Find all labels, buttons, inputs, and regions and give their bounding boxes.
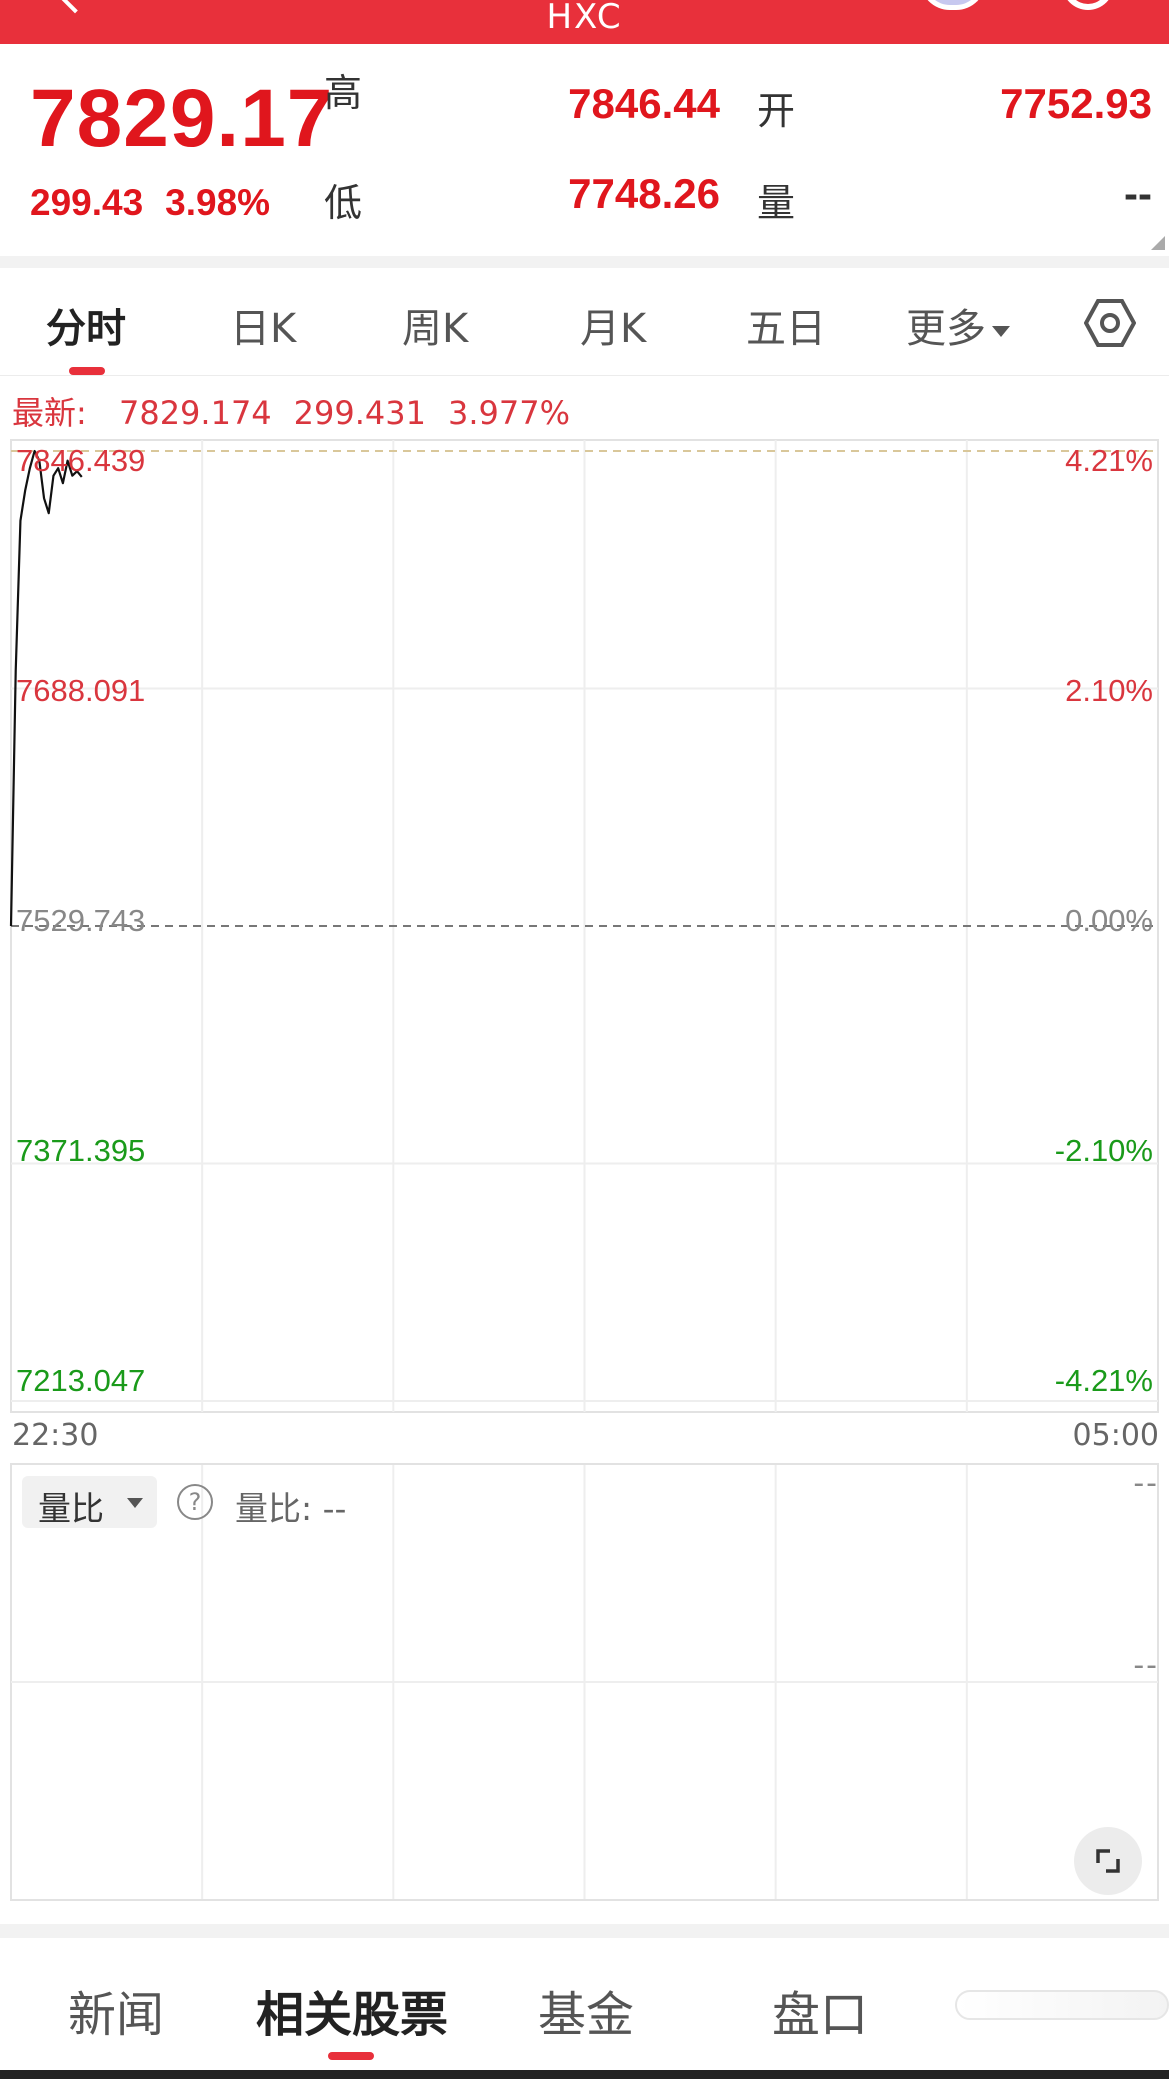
low-value: 7748.26: [568, 170, 720, 217]
nav-edge: [0, 2070, 1169, 2079]
volume-value: --: [1124, 170, 1152, 217]
current-price: 7829.17: [30, 73, 334, 164]
chart-grid: [10, 439, 1159, 1901]
tab-more[interactable]: 更多: [906, 296, 1010, 354]
y-tick-price-3: 7371.395: [16, 1133, 146, 1168]
tab-indicator: [69, 367, 105, 375]
y-tick-pct-4: -4.21%: [1054, 1363, 1153, 1398]
y-tick-price-1: 7688.091: [16, 673, 146, 708]
top-bar: HXC: [0, 0, 1169, 44]
bottom-tab-news[interactable]: 新闻: [68, 1975, 164, 2045]
volume-ratio-value: 量比: --: [235, 1489, 347, 1528]
latest-label: 最新: 7829.174: [12, 394, 272, 432]
bottom-tab-order-book[interactable]: 盘口: [772, 1975, 868, 2045]
page-title: HXC: [546, 0, 623, 37]
caret-down-icon: [127, 1498, 143, 1508]
fullscreen-icon[interactable]: [1074, 1827, 1142, 1895]
x-tick-start: 22:30: [12, 1418, 99, 1453]
y-tick-pct-2: 0.00%: [1065, 903, 1153, 938]
low-label: 低: [324, 181, 363, 225]
tab-intraday[interactable]: 分时: [46, 296, 126, 354]
chart-tabs: 分时 日K 周K 月K 五日 更多: [0, 268, 1169, 376]
price-change: 299.43 3.98%: [30, 182, 270, 224]
y-tick-pct-3: -2.10%: [1054, 1133, 1153, 1168]
tab-monthly-k[interactable]: 月K: [580, 296, 646, 354]
high-label: 高: [324, 71, 363, 115]
bottom-tab-indicator: [328, 2052, 374, 2060]
tab-daily-k[interactable]: 日K: [230, 296, 296, 354]
volume-axis-mid: --: [1133, 1648, 1159, 1683]
y-tick-price-0: 7846.439: [16, 443, 146, 478]
change-percent: 3.98%: [165, 182, 271, 223]
y-tick-pct-1: 2.10%: [1065, 673, 1153, 708]
settings-icon[interactable]: [1084, 297, 1136, 349]
expand-corner-icon[interactable]: [1151, 236, 1165, 250]
question-icon[interactable]: ?: [177, 1484, 213, 1520]
high-value: 7846.44: [568, 80, 720, 127]
volume-ratio-select[interactable]: 量比: [22, 1476, 157, 1528]
volume-ratio-select-label: 量比: [38, 1489, 104, 1528]
intraday-chart[interactable]: [0, 430, 1169, 1910]
latest-percent: 3.977%: [447, 394, 570, 432]
bottom-tab-related-stocks[interactable]: 相关股票: [256, 1975, 448, 2045]
divider: [0, 1924, 1169, 1938]
y-tick-pct-0: 4.21%: [1065, 443, 1153, 478]
latest-change: 299.431: [293, 394, 426, 432]
volume-label: 量: [757, 181, 796, 225]
bottom-tab-funds[interactable]: 基金: [538, 1975, 634, 2045]
volume-axis-top: --: [1133, 1466, 1159, 1501]
more-tabs-fade[interactable]: [955, 1990, 1169, 2020]
quote-header: 7829.17 299.43 3.98% 高 7846.44 开 7752.93 …: [0, 44, 1169, 256]
tab-weekly-k[interactable]: 周K: [402, 296, 468, 354]
open-value: 7752.93: [1000, 80, 1152, 127]
tab-five-day[interactable]: 五日: [746, 296, 826, 354]
open-label: 开: [757, 89, 796, 133]
tab-more-label: 更多: [906, 306, 986, 352]
divider: [0, 256, 1169, 268]
x-tick-end: 05:00: [1072, 1418, 1159, 1453]
y-tick-price-4: 7213.047: [16, 1363, 146, 1398]
y-tick-price-2: 7529.743: [16, 903, 146, 938]
caret-down-icon: [992, 325, 1010, 337]
latest-quote: 最新: 7829.174 299.431 3.977%: [12, 388, 570, 434]
change-value: 299.43: [30, 182, 144, 223]
